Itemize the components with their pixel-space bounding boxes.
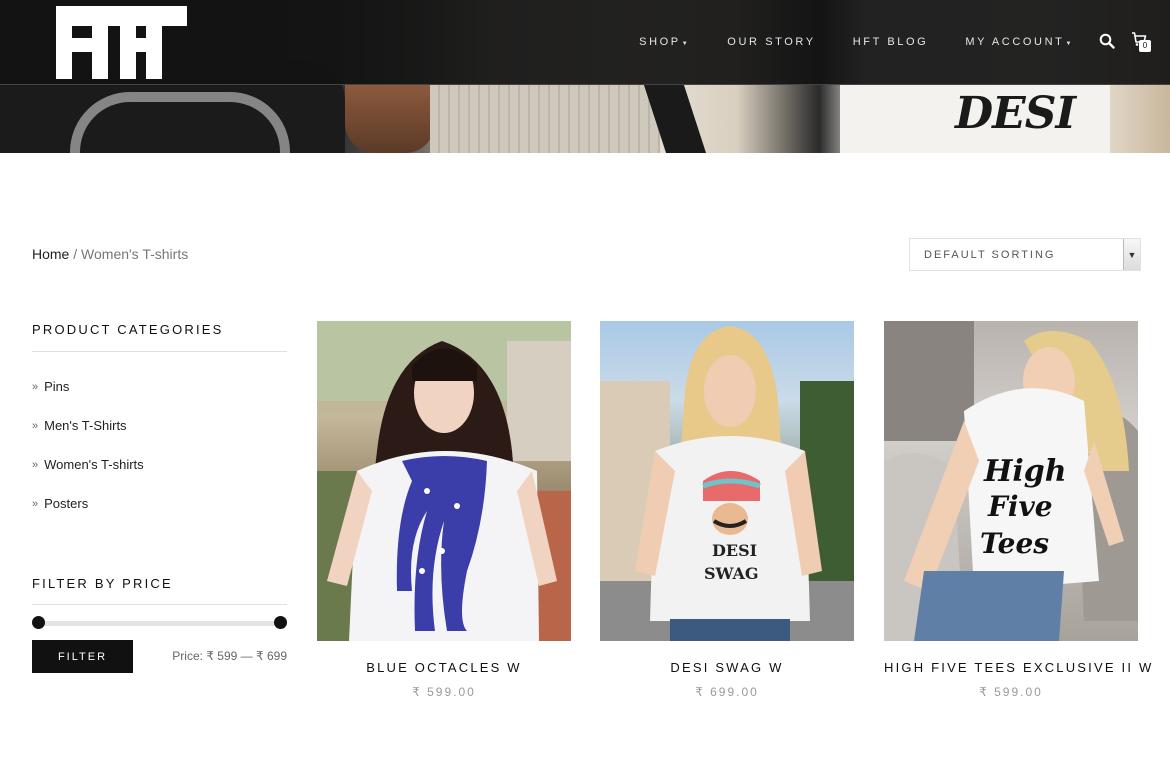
main-navigation: SHOP ▼ OUR STORY HFT BLOG MY ACCOUNT ▼ bbox=[602, 36, 1074, 48]
breadcrumb: Home / Women's T-shirts bbox=[32, 246, 188, 262]
category-label: Women's T-shirts bbox=[44, 457, 144, 472]
svg-text:Five: Five bbox=[987, 490, 1053, 523]
hero-shirt-print bbox=[70, 92, 290, 153]
category-posters[interactable]: » Posters bbox=[32, 496, 88, 511]
category-womens-tshirts[interactable]: » Women's T-shirts bbox=[32, 457, 144, 472]
woman-desi-swag-tee-illustration: DESI SWAG bbox=[600, 326, 854, 641]
price-label: Price: bbox=[172, 649, 203, 663]
nav-our-story-label: OUR STORY bbox=[727, 36, 816, 48]
product-image[interactable]: High Five Tees bbox=[884, 321, 1138, 641]
product-card[interactable]: High Five Tees HIGH FIVE TEES EXCLUSIVE … bbox=[884, 321, 1151, 699]
category-mens-tshirts[interactable]: » Men's T-Shirts bbox=[32, 418, 127, 433]
product-name[interactable]: DESI SWAG W bbox=[600, 660, 854, 675]
nav-shop-label: SHOP bbox=[639, 36, 681, 48]
price-range-text: Price: ₹ 599 — ₹ 699 bbox=[172, 649, 287, 663]
hero-background-wall bbox=[430, 85, 660, 153]
nav-my-account-label: MY ACCOUNT bbox=[965, 36, 1065, 48]
product-name[interactable]: BLUE OCTACLES W bbox=[317, 660, 571, 675]
divider bbox=[32, 351, 287, 352]
chevron-down-icon: ▼ bbox=[1065, 41, 1074, 47]
nav-our-story[interactable]: OUR STORY bbox=[690, 36, 815, 48]
breadcrumb-current: Women's T-shirts bbox=[81, 246, 189, 262]
svg-text:High: High bbox=[983, 454, 1067, 489]
price-max-value: ₹ 699 bbox=[256, 649, 287, 663]
filter-button[interactable]: FILTER bbox=[32, 640, 133, 673]
category-label: Posters bbox=[44, 496, 89, 511]
nav-hft-blog[interactable]: HFT BLOG bbox=[816, 36, 929, 48]
svg-text:SWAG: SWAG bbox=[704, 564, 759, 583]
svg-text:DESI: DESI bbox=[712, 541, 757, 560]
nav-my-account[interactable]: MY ACCOUNT ▼ bbox=[928, 36, 1074, 48]
product-price: ₹ 599.00 bbox=[979, 685, 1043, 699]
category-pins[interactable]: » Pins bbox=[32, 379, 69, 394]
search-button[interactable] bbox=[1099, 33, 1115, 49]
chevron-down-icon: ▼ bbox=[681, 41, 691, 47]
product-card[interactable]: BLUE OCTACLES W ₹ 599.00 bbox=[317, 321, 571, 699]
product-price: ₹ 699.00 bbox=[695, 685, 759, 699]
category-label: Men's T-Shirts bbox=[44, 418, 127, 433]
price-slider-min-handle[interactable] bbox=[32, 616, 45, 629]
breadcrumb-separator: / bbox=[69, 246, 82, 262]
svg-text:Tees: Tees bbox=[980, 527, 1049, 560]
product-price: ₹ 599.00 bbox=[412, 685, 476, 699]
divider bbox=[32, 604, 287, 605]
chevron-right-icon: » bbox=[32, 419, 39, 432]
chevron-right-icon: » bbox=[32, 458, 39, 471]
site-header: SHOP ▼ OUR STORY HFT BLOG MY ACCOUNT ▼ 0 bbox=[0, 0, 1170, 85]
price-dash: — bbox=[240, 649, 253, 663]
product-card[interactable]: DESI SWAG DESI SWAG W ₹ 699.00 bbox=[600, 321, 854, 699]
breadcrumb-home-link[interactable]: Home bbox=[32, 246, 69, 262]
product-categories-title: PRODUCT CATEGORIES bbox=[32, 322, 224, 337]
price-min-value: ₹ 599 bbox=[206, 649, 238, 663]
hero-tattooed-arm bbox=[345, 85, 435, 153]
sorting-selected-value: DEFAULT SORTING bbox=[924, 249, 1056, 261]
nav-shop[interactable]: SHOP ▼ bbox=[602, 36, 690, 48]
price-slider-max-handle[interactable] bbox=[274, 616, 287, 629]
chevron-down-icon: ▼ bbox=[1123, 239, 1140, 270]
woman-octopus-tee-illustration bbox=[317, 321, 571, 641]
hft-logo-icon bbox=[56, 6, 187, 79]
hero-shirt-text: DESI bbox=[955, 88, 1076, 139]
product-image[interactable] bbox=[317, 321, 571, 641]
cart-count-badge: 0 bbox=[1139, 40, 1151, 52]
category-label: Pins bbox=[44, 379, 70, 394]
search-icon bbox=[1099, 33, 1115, 49]
nav-hft-blog-label: HFT BLOG bbox=[852, 36, 929, 48]
chevron-right-icon: » bbox=[32, 380, 39, 393]
product-image[interactable]: DESI SWAG bbox=[600, 321, 854, 641]
site-logo[interactable] bbox=[56, 6, 187, 79]
product-name[interactable]: HIGH FIVE TEES EXCLUSIVE II W bbox=[884, 660, 1151, 675]
woman-high-five-tee-illustration: High Five Tees bbox=[884, 321, 1138, 641]
sorting-dropdown[interactable]: DEFAULT SORTING ▼ bbox=[909, 238, 1141, 271]
cart-button[interactable]: 0 bbox=[1131, 31, 1153, 53]
price-slider-track[interactable] bbox=[38, 621, 281, 626]
chevron-right-icon: » bbox=[32, 497, 39, 510]
filter-by-price-title: FILTER BY PRICE bbox=[32, 576, 173, 591]
